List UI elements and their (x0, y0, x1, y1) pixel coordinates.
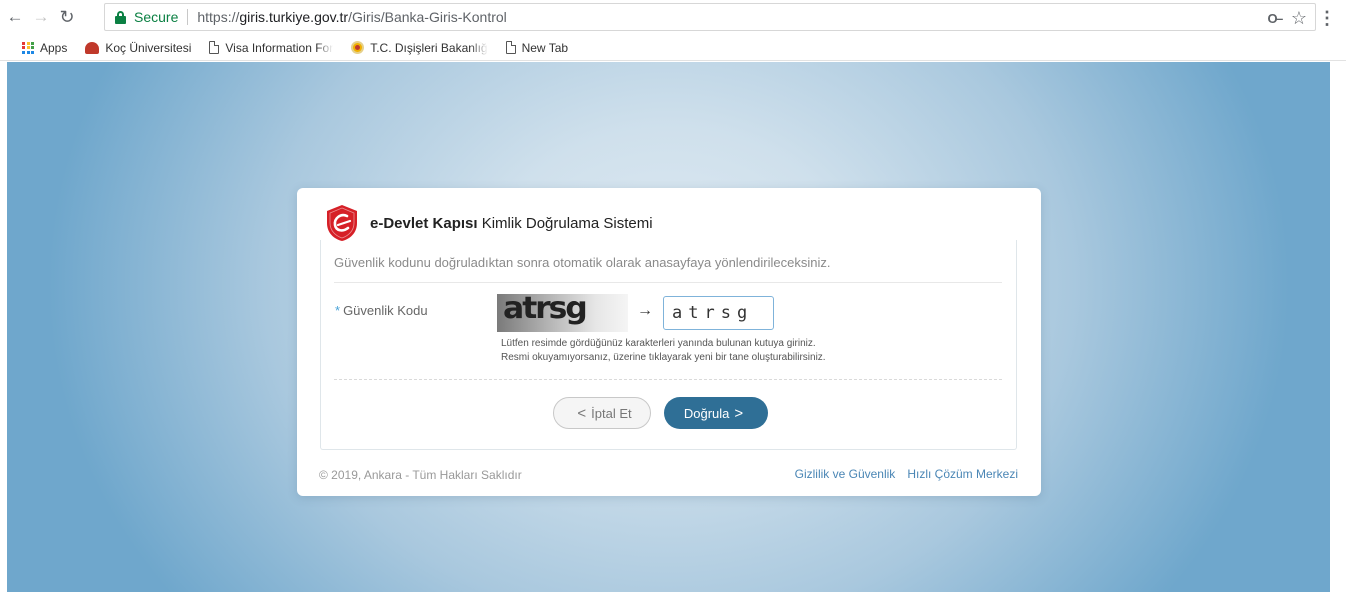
required-mark: * (335, 303, 341, 318)
omnibox-separator (187, 9, 189, 25)
brand-name: e-Devlet Kapısı (370, 214, 478, 232)
key-icon[interactable]: O‒ (1268, 11, 1283, 26)
apps-grid-icon (22, 41, 34, 54)
privacy-link[interactable]: Gizlilik ve Güvenlik (795, 467, 896, 481)
captcha-hint-line-2: Resmi okuyamıyorsanız, üzerine tıklayara… (501, 352, 826, 363)
card-header: e-Devlet Kapısı Kimlik Doğrulama Sistemi (324, 204, 653, 242)
bookmark-label: Koç Üniversitesi (105, 40, 192, 55)
copyright-text: © 2019, Ankara - Tüm Hakları Saklıdır (319, 468, 522, 482)
captcha-image[interactable]: atrsg (497, 294, 628, 332)
verify-button[interactable]: Doğrula > (664, 397, 768, 429)
chevron-right-icon: > (734, 404, 744, 422)
bookmark-visa[interactable]: Visa Information For (209, 41, 333, 55)
browser-toolbar: ← → ↻ Secure https:// giris.turkiye.gov.… (0, 0, 1346, 35)
help-center-link[interactable]: Hızlı Çözüm Merkezi (907, 467, 1018, 481)
bookmark-label: New Tab (521, 40, 569, 55)
url-host: giris.turkiye.gov.tr (239, 9, 349, 25)
arrow-icon: → (637, 302, 653, 319)
edevlet-logo-icon (324, 204, 360, 242)
chevron-left-icon: < (577, 404, 587, 422)
secure-label: Secure (134, 9, 179, 25)
dashed-divider (334, 379, 1002, 380)
page-icon (209, 41, 220, 54)
address-bar[interactable]: Secure https:// giris.turkiye.gov.tr /Gi… (104, 3, 1316, 31)
captcha-text: atrsg (503, 294, 588, 326)
bookmark-mfa[interactable]: T.C. Dışişleri Bakanlığ (351, 40, 488, 55)
forward-arrow-icon[interactable]: → (30, 6, 52, 28)
bookmark-koc[interactable]: Koç Üniversitesi (85, 41, 191, 55)
captcha-hint-line-1: Lütfen resimde gördüğünüz karakterleri y… (501, 338, 816, 349)
divider (334, 282, 1002, 283)
url-scheme: https:// (197, 9, 240, 25)
bookmark-new-tab[interactable]: New Tab (505, 40, 569, 55)
reload-icon[interactable]: ↻ (56, 6, 78, 28)
tc-emblem-icon (351, 41, 365, 54)
bookmark-apps[interactable]: Apps (22, 41, 67, 55)
redirect-info-text: Güvenlik kodunu doğruladıktan sonra otom… (334, 255, 831, 270)
cancel-button[interactable]: < İptal Et (553, 397, 651, 429)
bookmark-label: Visa Information For (225, 40, 334, 55)
footer-links: Gizlilik ve Güvenlik Hızlı Çözüm Merkezi (795, 467, 1018, 481)
bookmark-label: T.C. Dışişleri Bakanlığ (370, 40, 488, 55)
form-panel: Güvenlik kodunu doğruladıktan sonra otom… (320, 240, 1017, 450)
verify-button-label: Doğrula (683, 405, 730, 421)
page-icon (505, 41, 516, 54)
field-label-text: Güvenlik Kodu (343, 303, 428, 318)
cancel-button-label: İptal Et (591, 405, 632, 421)
brand-subtitle: Kimlik Doğrulama Sistemi (477, 214, 653, 232)
koc-logo-icon (85, 41, 100, 54)
verification-card: e-Devlet Kapısı Kimlik Doğrulama Sistemi… (297, 188, 1041, 496)
page-title: e-Devlet Kapısı Kimlik Doğrulama Sistemi (370, 215, 653, 232)
url-path: /Giris/Banka-Giris-Kontrol (348, 9, 507, 25)
bookmarks-bar: Apps Koç Üniversitesi Visa Information F… (0, 35, 1346, 61)
kebab-menu-icon[interactable]: ⋮ (1318, 8, 1336, 29)
back-arrow-icon[interactable]: ← (4, 6, 26, 28)
lock-icon (115, 10, 126, 24)
security-code-input[interactable] (663, 296, 774, 330)
security-code-label: * Güvenlik Kodu (335, 303, 428, 318)
star-icon[interactable]: ☆ (1291, 8, 1307, 29)
bookmark-label: Apps (40, 40, 68, 55)
